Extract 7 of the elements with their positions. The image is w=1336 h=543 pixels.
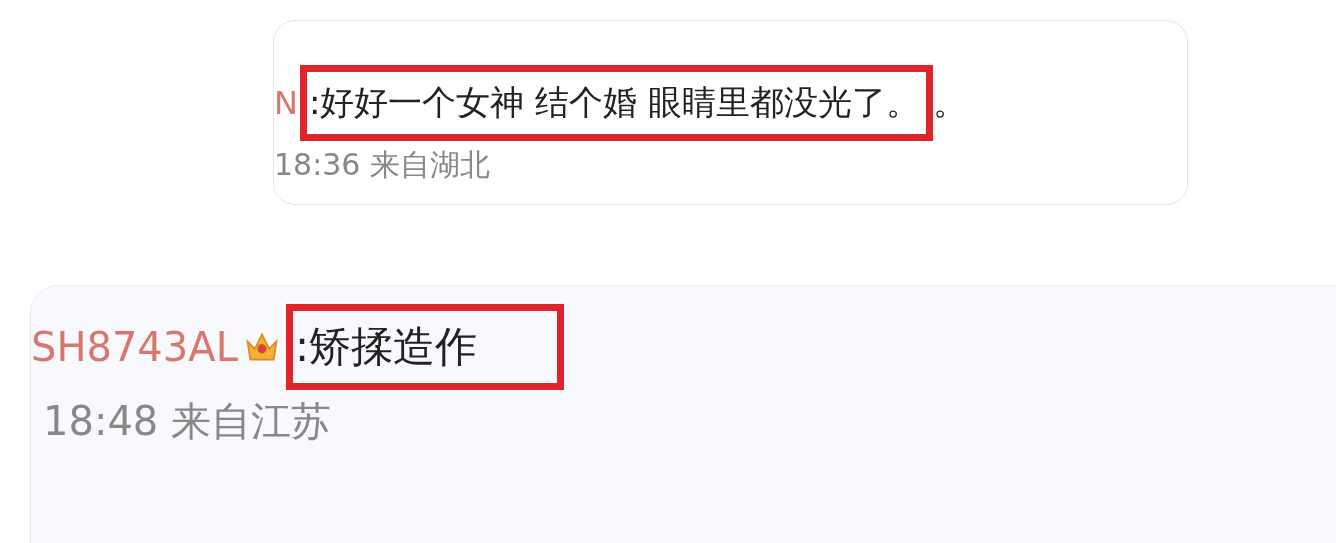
comment-text: :矫揉造作 (285, 304, 565, 390)
username[interactable]: N (274, 84, 298, 122)
comment-text: 。 (933, 81, 967, 124)
comment-text: :好好一个女神 结个婚 眼睛里都没光了。 (299, 65, 933, 141)
timestamp: 18:36 来自湖北 (274, 146, 491, 184)
username[interactable]: SH8743AL (31, 324, 238, 370)
timestamp: 18:48 来自江苏 (43, 397, 332, 446)
